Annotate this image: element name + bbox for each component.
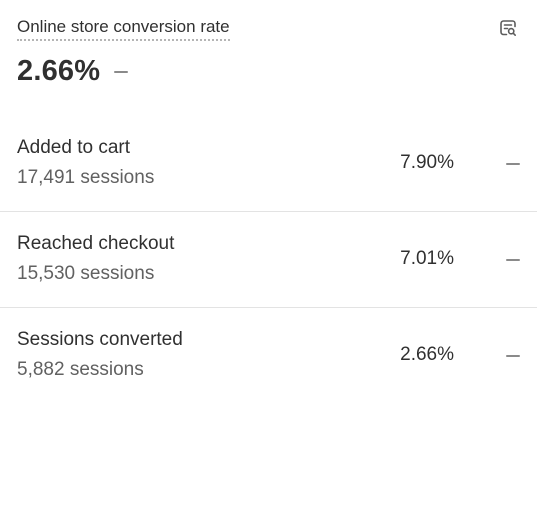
funnel-row-sessions-converted: Sessions converted 5,882 sessions 2.66% [0,308,537,404]
funnel-row-label: Sessions converted [17,329,183,350]
metric-value: 2.66% [17,55,101,87]
funnel-row-sessions: 15,530 sessions [17,263,155,284]
funnel-row-percent: 2.66% [400,344,454,365]
funnel-row-percent: 7.01% [400,248,454,269]
card-header: Online store conversion rate [17,16,520,41]
funnel-row-label: Reached checkout [17,233,175,254]
metric-summary: 2.66% [17,54,129,88]
funnel-list: Added to cart 17,491 sessions 7.90% Reac… [0,116,537,404]
report-search-icon [500,20,516,36]
funnel-row-reached-checkout: Reached checkout 15,530 sessions 7.01% [0,212,537,308]
funnel-row-label: Added to cart [17,137,131,158]
dash-icon [506,259,520,261]
funnel-row-percent: 7.90% [400,152,454,173]
conversion-rate-card: Online store conversion rate 2.66% Added… [0,0,537,505]
dash-icon [114,71,129,73]
card-title[interactable]: Online store conversion rate [17,16,230,41]
dash-icon [506,163,520,165]
funnel-row-sessions: 17,491 sessions [17,167,155,188]
view-report-button[interactable] [496,16,520,40]
funnel-row-added-to-cart: Added to cart 17,491 sessions 7.90% [0,116,537,212]
funnel-row-sessions: 5,882 sessions [17,359,144,380]
dash-icon [506,355,520,357]
